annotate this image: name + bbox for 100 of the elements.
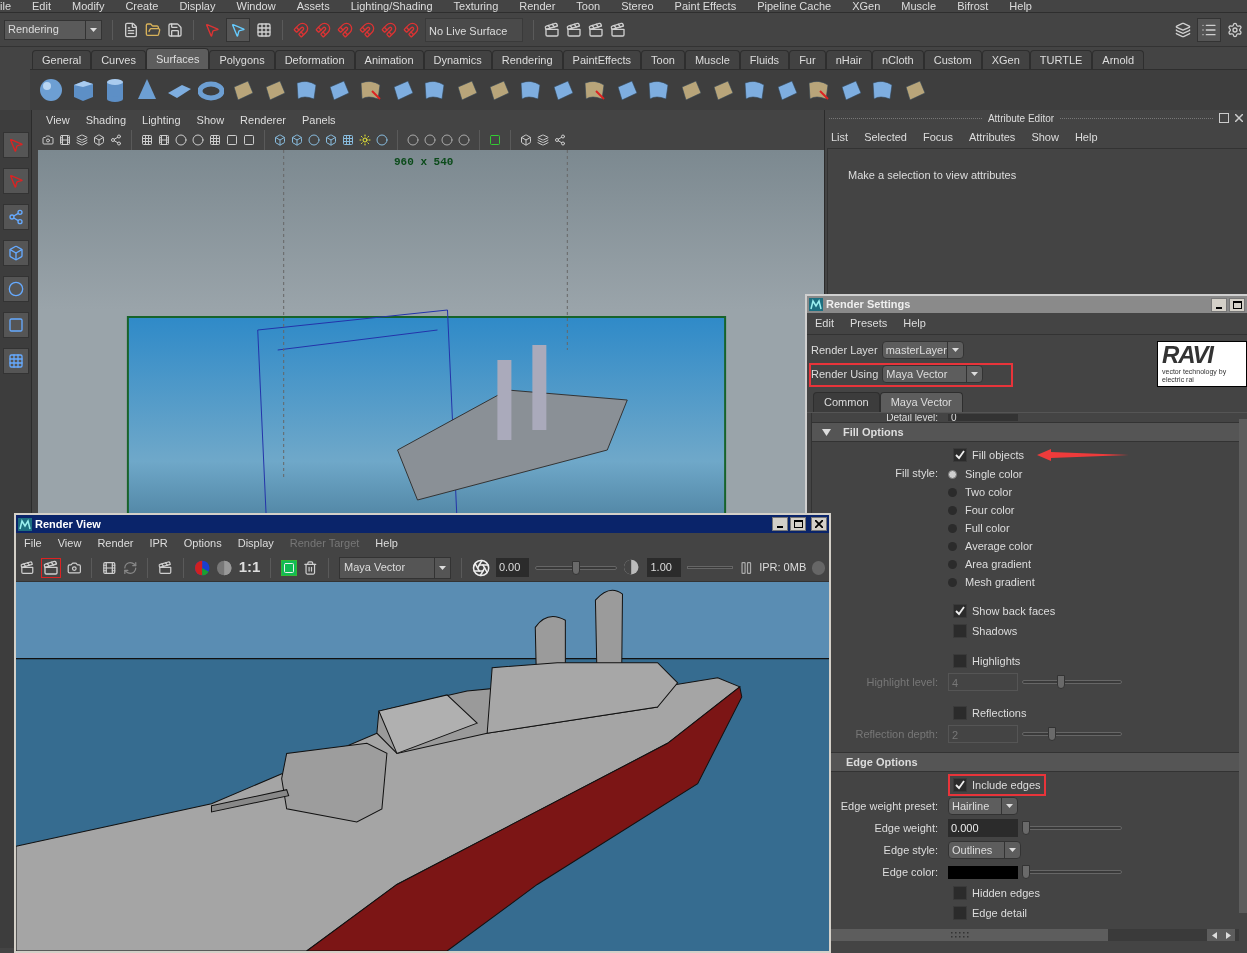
checkbox[interactable] — [953, 706, 967, 720]
shelf-tab[interactable]: Dynamics — [423, 50, 492, 69]
lighting-icon[interactable] — [407, 134, 419, 146]
slider-track[interactable] — [1022, 865, 1122, 879]
shelf-tab[interactable]: Arnold — [1092, 50, 1145, 69]
shelf-tab[interactable]: Animation — [354, 50, 424, 69]
menu-item[interactable]: Toon — [576, 0, 601, 12]
section-header[interactable]: Fill Options — [812, 422, 1239, 442]
tool-icon[interactable] — [7, 281, 24, 297]
menu-item[interactable]: Paint Effects — [674, 0, 737, 12]
camera-icon[interactable] — [66, 559, 82, 576]
clapperboard-icon[interactable] — [158, 559, 173, 576]
menu-item[interactable]: Selected — [864, 128, 907, 146]
menu-item[interactable]: File — [24, 535, 42, 552]
slider-thumb[interactable] — [1022, 865, 1030, 879]
menu-item[interactable]: Window — [236, 0, 276, 12]
display-mode-icon[interactable] — [141, 134, 153, 146]
slider-track[interactable] — [1022, 675, 1122, 689]
menu-item[interactable]: Texturing — [453, 0, 499, 12]
checkbox[interactable] — [953, 624, 967, 638]
lighting-icon[interactable] — [441, 134, 453, 146]
menu-item[interactable]: IPR — [149, 535, 168, 552]
scroll-right-button[interactable] — [1221, 929, 1235, 941]
tool-icon[interactable] — [7, 245, 24, 261]
real-size-button[interactable]: 1:1 — [238, 556, 261, 579]
sphere-icon[interactable] — [38, 77, 64, 103]
menu-item[interactable]: View — [57, 535, 82, 552]
menu-item[interactable]: Render — [519, 0, 556, 12]
lighting-icon[interactable] — [424, 134, 436, 146]
radio-button[interactable] — [948, 577, 957, 587]
close-icon[interactable] — [1235, 114, 1243, 122]
shelf-tab[interactable]: Fur — [789, 50, 826, 69]
clapperboard-icon[interactable] — [20, 559, 35, 576]
tool-icon[interactable] — [7, 209, 24, 225]
menu-item[interactable]: Create — [125, 0, 159, 12]
menu-item[interactable]: Help — [903, 315, 926, 332]
slider-track[interactable] — [1022, 821, 1122, 835]
number-field[interactable]: 0.000 — [948, 819, 1018, 837]
shading-icon[interactable] — [376, 134, 388, 146]
menu-item[interactable]: XGen — [852, 0, 881, 12]
slider-track[interactable] — [1022, 727, 1122, 741]
menu-item[interactable]: Edit — [815, 315, 834, 332]
shelf-tab[interactable]: Muscle — [684, 50, 740, 69]
menu-item[interactable]: Stereo — [621, 0, 654, 12]
grid-select-icon[interactable] — [256, 21, 272, 38]
radio-button[interactable] — [948, 469, 957, 479]
menu-item[interactable]: Focus — [922, 128, 953, 146]
shading-icon[interactable] — [325, 134, 337, 146]
trash-icon[interactable] — [303, 559, 318, 576]
slider-thumb[interactable] — [572, 560, 581, 575]
menu-item[interactable]: Show — [1031, 128, 1059, 146]
display-mode-icon[interactable] — [209, 134, 221, 146]
checkbox[interactable] — [953, 886, 967, 900]
tab[interactable]: Common — [813, 392, 880, 412]
checkbox[interactable] — [953, 654, 967, 668]
menu-item[interactable]: Lighting/Shading — [350, 0, 433, 12]
scroll-left-button[interactable] — [1207, 929, 1221, 941]
shading-icon[interactable] — [308, 134, 320, 146]
checkbox[interactable] — [953, 604, 967, 618]
menu-item[interactable]: Help — [1074, 128, 1098, 146]
close-button[interactable] — [811, 517, 827, 531]
lighting-icon[interactable] — [458, 134, 470, 146]
menu-item[interactable]: Render — [97, 535, 134, 552]
shading-icon[interactable] — [274, 134, 286, 146]
settings-icon[interactable] — [1227, 21, 1243, 38]
shelf-tab[interactable]: XGen — [981, 50, 1030, 69]
minimize-button[interactable] — [772, 517, 788, 531]
new-scene-icon[interactable] — [123, 21, 139, 38]
menu-item[interactable]: Muscle — [901, 0, 937, 12]
exposure-field[interactable]: 0.00 — [495, 558, 530, 577]
shelf-tab[interactable]: Toon — [641, 50, 685, 69]
menu-item[interactable]: Display — [237, 535, 274, 552]
radio-button[interactable] — [948, 559, 957, 569]
menu-item[interactable]: Help — [1009, 0, 1032, 12]
menu-item[interactable]: Show — [196, 111, 225, 129]
checkbox[interactable] — [953, 778, 967, 792]
menu-item[interactable]: Display — [179, 0, 216, 12]
gamma-field[interactable]: 1.00 — [647, 558, 681, 577]
alpha-channel-icon[interactable] — [216, 558, 233, 577]
display-mode-icon[interactable] — [175, 134, 187, 146]
clapperboard-icon[interactable] — [42, 559, 59, 576]
clapperboard-icon[interactable] — [588, 21, 604, 38]
menu-item[interactable]: Assets — [296, 0, 330, 12]
save-icon[interactable] — [167, 21, 183, 38]
shading-icon[interactable] — [359, 134, 371, 146]
maximize-button[interactable] — [790, 517, 806, 531]
shading-icon[interactable] — [291, 134, 303, 146]
radio-button[interactable] — [948, 487, 957, 497]
shelf-tab[interactable]: General — [32, 50, 92, 69]
shelf-tab[interactable]: nCloth — [871, 50, 924, 69]
checkbox[interactable] — [953, 448, 967, 462]
menu-item[interactable]: Renderer — [240, 111, 286, 129]
menu-item[interactable]: Options — [183, 535, 222, 552]
maximize-button[interactable] — [1229, 297, 1245, 312]
dropdown[interactable]: Outlines — [948, 841, 1022, 859]
menu-item[interactable]: View — [46, 111, 70, 129]
collapse-arrow-icon[interactable] — [822, 428, 831, 436]
dropdown[interactable]: Maya Vector — [882, 365, 984, 383]
pause-icon[interactable] — [738, 559, 754, 576]
tool-icon[interactable] — [7, 317, 24, 333]
